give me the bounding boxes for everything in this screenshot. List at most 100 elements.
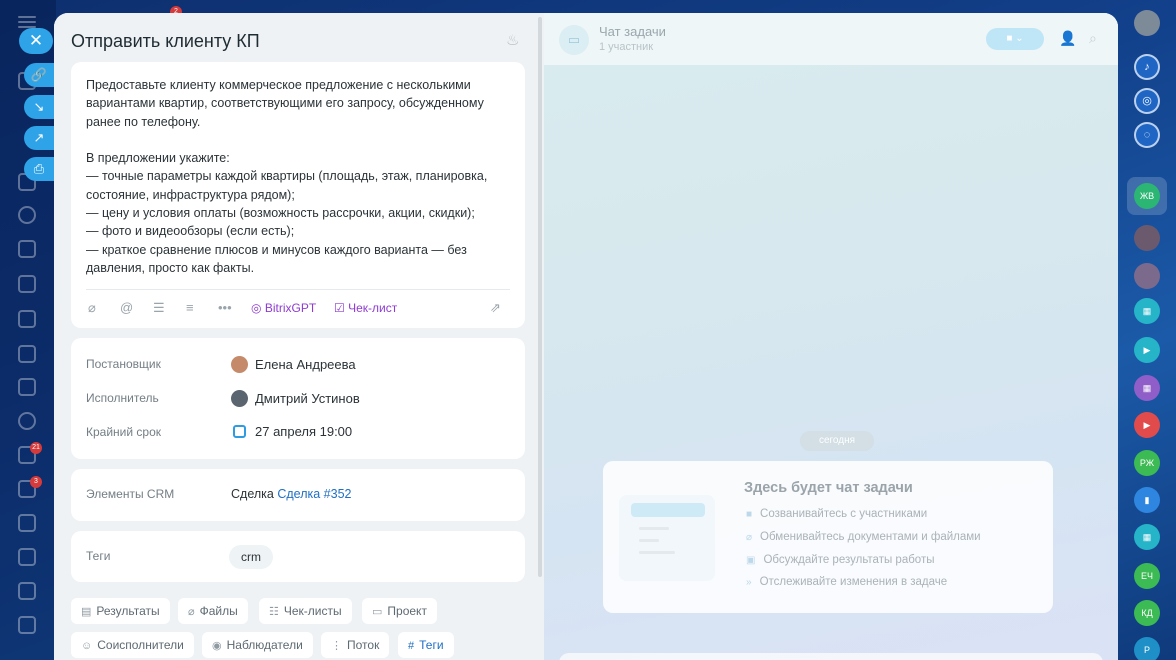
creator-avatar bbox=[231, 356, 248, 373]
expand-editor-icon[interactable]: ⇗ bbox=[490, 300, 501, 316]
stack-icon[interactable] bbox=[18, 582, 36, 600]
copilot-icon[interactable]: ◎ bbox=[1134, 88, 1160, 114]
chat-avatar-person-2[interactable] bbox=[1134, 263, 1160, 289]
numbered-list-icon[interactable]: ≡ bbox=[186, 300, 194, 315]
right-sidebar: ♪ ◎ ◌ ЖВ ▦ ▶ ▦ ▶ РЖ ▮ ▦ ЕЧ КД Р bbox=[1118, 0, 1176, 660]
bookmark-chat-icon[interactable]: ▮ bbox=[1134, 487, 1160, 513]
observers-chip[interactable]: ◉ Наблюдатели bbox=[202, 632, 313, 658]
chat-input[interactable] bbox=[559, 653, 1103, 660]
chat-avatar-rzh[interactable]: РЖ bbox=[1134, 450, 1160, 476]
assignee-avatar bbox=[231, 390, 248, 407]
contacts-icon[interactable] bbox=[18, 412, 36, 430]
empty-state-item-text: Созванивайтесь с участниками bbox=[760, 508, 928, 520]
chat-avatar-zv[interactable]: ЖВ bbox=[1134, 183, 1160, 209]
eye-icon: ◉ bbox=[212, 640, 222, 652]
person-icon: ☺ bbox=[81, 640, 93, 652]
mail-icon[interactable] bbox=[18, 378, 36, 396]
editor-toolbar: ⌀ @ ☰ ≡ ••• ◎ BitrixGPT ☑ Чек-лист ⇗ bbox=[86, 289, 510, 327]
deadline-text: 27 апреля 19:00 bbox=[255, 424, 353, 439]
checklists-chip[interactable]: ☷ Чек-листы bbox=[259, 598, 352, 624]
close-slider-button[interactable]: ✕ bbox=[19, 28, 53, 54]
video-call-button[interactable]: ■ ⌄ bbox=[986, 28, 1044, 50]
user-avatar[interactable] bbox=[1134, 10, 1160, 36]
tag-crm[interactable]: crm bbox=[229, 545, 273, 569]
checklist-label: Чек-лист bbox=[348, 301, 398, 315]
chat-title: Чат задачи bbox=[599, 24, 666, 39]
chat-participants[interactable]: 1 участник bbox=[599, 41, 653, 53]
folder-icon: ▭ bbox=[372, 606, 383, 618]
results-chip[interactable]: ▤ Результаты bbox=[71, 598, 170, 624]
chat-avatar-ech[interactable]: ЕЧ bbox=[1134, 563, 1160, 589]
calendar-chat-icon[interactable]: ▦ bbox=[1134, 298, 1160, 324]
hexagon-icon[interactable] bbox=[18, 206, 36, 224]
file-icon[interactable] bbox=[18, 275, 36, 293]
crm-prefix: Сделка bbox=[231, 487, 274, 501]
chat-empty-state: Здесь будет чат задачи ■ Созванивайтесь с… bbox=[603, 461, 1053, 613]
flow-chip[interactable]: ⋮ Поток bbox=[321, 632, 390, 658]
empty-state-item-text: Обменивайтесь документами и файлами bbox=[760, 531, 981, 543]
bullet-list-icon[interactable]: ☰ bbox=[153, 300, 165, 316]
files-chip[interactable]: ⌀ Файлы bbox=[178, 598, 248, 624]
deadline-value[interactable]: 27 апреля 19:00 bbox=[231, 424, 352, 439]
calendar-chat-icon-2[interactable]: ▦ bbox=[1134, 375, 1160, 401]
tasks-badge: 21 bbox=[30, 442, 42, 454]
calendar-icon[interactable] bbox=[18, 240, 36, 258]
video-chat-icon-2[interactable]: ▶ bbox=[1134, 412, 1160, 438]
copy-link-button[interactable]: 🔗 bbox=[24, 63, 54, 87]
calendar-chat-icon-3[interactable]: ▦ bbox=[1134, 524, 1160, 550]
video-icon: ■ bbox=[746, 509, 753, 520]
card-icon[interactable] bbox=[18, 345, 36, 363]
video-chat-icon[interactable]: ▶ bbox=[1134, 337, 1160, 363]
chat-illustration bbox=[619, 495, 715, 581]
chat-avatar-r[interactable]: Р bbox=[1134, 637, 1160, 660]
tags-label: Теги bbox=[86, 549, 111, 563]
task-description[interactable]: Предоставьте клиенту коммерческое предло… bbox=[86, 76, 506, 277]
creator-value[interactable]: Елена Андреева bbox=[231, 356, 356, 373]
chat-avatar-person-1[interactable] bbox=[1134, 225, 1160, 251]
attach-icon[interactable]: ⌀ bbox=[88, 300, 96, 316]
flame-icon[interactable]: ♨ bbox=[506, 31, 522, 49]
task-scrollbar[interactable] bbox=[538, 17, 542, 577]
calendar-icon bbox=[233, 425, 246, 438]
monitor-icon[interactable] bbox=[18, 310, 36, 328]
results-chip-label: Результаты bbox=[96, 604, 160, 618]
task-title[interactable]: Отправить клиенту КП bbox=[71, 31, 260, 52]
tags-chip[interactable]: # Теги bbox=[398, 632, 454, 658]
bell-icon[interactable]: ♪ bbox=[1134, 54, 1160, 80]
more-icon[interactable]: ••• bbox=[218, 300, 232, 315]
files-chip-label: Файлы bbox=[199, 604, 238, 618]
task-panel: Отправить клиенту КП ♨ Предоставьте клие… bbox=[54, 13, 1118, 660]
search-icon[interactable]: ⌕ bbox=[1089, 30, 1097, 47]
menu-icon[interactable] bbox=[18, 16, 36, 18]
open-new-window-button[interactable]: ↗ bbox=[24, 126, 54, 150]
creator-name: Елена Андреева bbox=[255, 357, 356, 372]
coexecutors-chip-label: Соисполнители bbox=[97, 638, 184, 652]
bitrix-gpt-button[interactable]: ◎ BitrixGPT bbox=[251, 301, 316, 315]
chat-avatar-kd[interactable]: КД bbox=[1134, 600, 1160, 626]
schedule-icon[interactable] bbox=[18, 514, 36, 532]
tags-card: Теги crm bbox=[71, 531, 525, 582]
crm-value: Сделка Сделка #352 bbox=[231, 487, 351, 501]
creator-label: Постановщик bbox=[86, 357, 161, 371]
assignee-name: Дмитрий Устинов bbox=[255, 391, 360, 406]
crm-label: Элементы CRM bbox=[86, 487, 175, 501]
chat-bubble-icon: ▭ bbox=[559, 25, 589, 55]
checklist-button[interactable]: ☑ Чек-лист bbox=[334, 301, 397, 315]
print-button[interactable]: ⎙ bbox=[24, 157, 54, 181]
mention-icon[interactable]: @ bbox=[120, 300, 133, 315]
store-icon[interactable] bbox=[18, 548, 36, 566]
add-user-icon[interactable]: 👤 bbox=[1059, 30, 1076, 47]
crm-deal-link[interactable]: Сделка #352 bbox=[277, 487, 351, 501]
grid-icon[interactable] bbox=[18, 616, 36, 634]
coexecutors-chip[interactable]: ☺ Соисполнители bbox=[71, 632, 194, 658]
empty-state-item: » Отслеживайте изменения в задаче bbox=[746, 576, 947, 588]
project-chip[interactable]: ▭ Проект bbox=[362, 598, 437, 624]
chat-search-icon[interactable]: ◌ bbox=[1134, 122, 1160, 148]
illustration-line bbox=[639, 539, 659, 542]
minimize-button[interactable]: ↘ bbox=[24, 95, 54, 119]
assignee-value[interactable]: Дмитрий Устинов bbox=[231, 390, 360, 407]
checklist-icon: ☷ bbox=[269, 606, 279, 618]
chat-header: ▭ Чат задачи 1 участник ■ ⌄ 👤 ⌕ bbox=[544, 13, 1118, 65]
checklists-chip-label: Чек-листы bbox=[283, 604, 342, 618]
flow-icon: ⋮ bbox=[331, 640, 342, 652]
